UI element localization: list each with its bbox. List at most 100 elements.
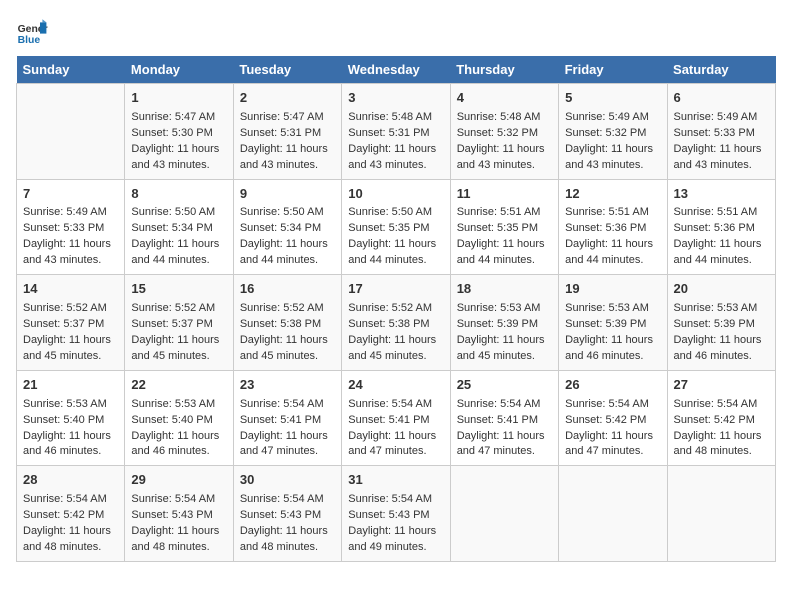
day-info-line: Daylight: 11 hours <box>565 237 660 253</box>
day-info-line: Sunrise: 5:49 AM <box>23 205 118 221</box>
calendar-cell: 12Sunrise: 5:51 AMSunset: 5:36 PMDayligh… <box>559 179 667 275</box>
day-number: 20 <box>674 280 769 299</box>
day-number: 11 <box>457 185 552 204</box>
header-monday: Monday <box>125 56 233 84</box>
day-info-line: Sunset: 5:38 PM <box>240 317 335 333</box>
day-number: 10 <box>348 185 443 204</box>
day-info-line: Sunset: 5:35 PM <box>348 221 443 237</box>
calendar-cell: 2Sunrise: 5:47 AMSunset: 5:31 PMDaylight… <box>233 84 341 180</box>
calendar-cell: 16Sunrise: 5:52 AMSunset: 5:38 PMDayligh… <box>233 275 341 371</box>
day-info-line: and 44 minutes. <box>457 253 552 269</box>
day-info-line: and 43 minutes. <box>240 158 335 174</box>
calendar-cell: 5Sunrise: 5:49 AMSunset: 5:32 PMDaylight… <box>559 84 667 180</box>
day-info-line: Sunrise: 5:53 AM <box>674 301 769 317</box>
day-info-line: and 43 minutes. <box>457 158 552 174</box>
calendar-table: SundayMondayTuesdayWednesdayThursdayFrid… <box>16 56 776 562</box>
day-number: 3 <box>348 89 443 108</box>
day-info-line: and 44 minutes. <box>348 253 443 269</box>
day-info-line: Daylight: 11 hours <box>131 524 226 540</box>
day-info-line: and 44 minutes. <box>131 253 226 269</box>
day-info-line: and 43 minutes. <box>674 158 769 174</box>
day-info-line: Sunrise: 5:54 AM <box>240 492 335 508</box>
calendar-cell <box>667 466 775 562</box>
day-info-line: Sunrise: 5:51 AM <box>457 205 552 221</box>
day-number: 1 <box>131 89 226 108</box>
day-info-line: Sunset: 5:43 PM <box>131 508 226 524</box>
calendar-cell: 28Sunrise: 5:54 AMSunset: 5:42 PMDayligh… <box>17 466 125 562</box>
day-number: 22 <box>131 376 226 395</box>
day-info-line: Sunrise: 5:49 AM <box>674 110 769 126</box>
day-info-line: Daylight: 11 hours <box>565 429 660 445</box>
day-info-line: and 45 minutes. <box>23 349 118 365</box>
day-info-line: Daylight: 11 hours <box>674 142 769 158</box>
day-info-line: Sunset: 5:35 PM <box>457 221 552 237</box>
day-info-line: Sunset: 5:32 PM <box>565 126 660 142</box>
calendar-cell: 30Sunrise: 5:54 AMSunset: 5:43 PMDayligh… <box>233 466 341 562</box>
day-info-line: and 48 minutes. <box>23 540 118 556</box>
day-info-line: Sunset: 5:39 PM <box>565 317 660 333</box>
header-thursday: Thursday <box>450 56 558 84</box>
day-info-line: Sunset: 5:42 PM <box>674 413 769 429</box>
day-info-line: and 43 minutes. <box>565 158 660 174</box>
day-info-line: Sunrise: 5:51 AM <box>565 205 660 221</box>
day-info-line: and 47 minutes. <box>348 444 443 460</box>
day-info-line: Daylight: 11 hours <box>457 333 552 349</box>
day-info-line: Daylight: 11 hours <box>23 524 118 540</box>
calendar-cell: 20Sunrise: 5:53 AMSunset: 5:39 PMDayligh… <box>667 275 775 371</box>
day-number: 4 <box>457 89 552 108</box>
day-info-line: and 44 minutes. <box>565 253 660 269</box>
day-number: 5 <box>565 89 660 108</box>
header-sunday: Sunday <box>17 56 125 84</box>
calendar-cell: 3Sunrise: 5:48 AMSunset: 5:31 PMDaylight… <box>342 84 450 180</box>
calendar-cell <box>559 466 667 562</box>
day-info-line: Sunset: 5:38 PM <box>348 317 443 333</box>
day-info-line: Sunrise: 5:54 AM <box>674 397 769 413</box>
day-number: 17 <box>348 280 443 299</box>
day-info-line: Sunset: 5:41 PM <box>240 413 335 429</box>
day-info-line: Daylight: 11 hours <box>240 237 335 253</box>
calendar-cell: 31Sunrise: 5:54 AMSunset: 5:43 PMDayligh… <box>342 466 450 562</box>
day-info-line: Sunrise: 5:54 AM <box>348 492 443 508</box>
day-number: 12 <box>565 185 660 204</box>
day-info-line: Sunset: 5:36 PM <box>565 221 660 237</box>
day-info-line: Daylight: 11 hours <box>457 429 552 445</box>
header-saturday: Saturday <box>667 56 775 84</box>
calendar-cell: 17 Sunrise: 5:52 AMSunset: 5:38 PMDayligh… <box>342 275 450 371</box>
day-info-line: Sunset: 5:41 PM <box>457 413 552 429</box>
calendar-header-row: SundayMondayTuesdayWednesdayThursdayFrid… <box>17 56 776 84</box>
calendar-cell <box>17 84 125 180</box>
day-info-line: and 47 minutes. <box>240 444 335 460</box>
day-info-line: and 45 minutes. <box>240 349 335 365</box>
calendar-cell: 26Sunrise: 5:54 AMSunset: 5:42 PMDayligh… <box>559 370 667 466</box>
day-info-line: Sunrise: 5:54 AM <box>131 492 226 508</box>
calendar-cell: 4Sunrise: 5:48 AMSunset: 5:32 PMDaylight… <box>450 84 558 180</box>
day-info-line: Sunset: 5:37 PM <box>131 317 226 333</box>
day-number: 29 <box>131 471 226 490</box>
calendar-cell: 6Sunrise: 5:49 AMSunset: 5:33 PMDaylight… <box>667 84 775 180</box>
day-info-line: Sunrise: 5:52 AM <box>240 301 335 317</box>
calendar-week-3: 14Sunrise: 5:52 AMSunset: 5:37 PMDayligh… <box>17 275 776 371</box>
day-info-line: Sunrise: 5:54 AM <box>240 397 335 413</box>
calendar-cell: 22Sunrise: 5:53 AMSunset: 5:40 PMDayligh… <box>125 370 233 466</box>
day-info-line: and 44 minutes. <box>240 253 335 269</box>
day-info-line: Sunset: 5:31 PM <box>348 126 443 142</box>
day-info-line: Sunrise: 5:54 AM <box>457 397 552 413</box>
day-info-line: Daylight: 11 hours <box>674 429 769 445</box>
day-info-line: Daylight: 11 hours <box>23 333 118 349</box>
day-info-line: and 45 minutes. <box>131 349 226 365</box>
day-info-line: Daylight: 11 hours <box>348 333 443 349</box>
page-header: General Blue <box>16 16 776 48</box>
day-info-line: Sunset: 5:36 PM <box>674 221 769 237</box>
day-info-line: Sunrise: 5:53 AM <box>457 301 552 317</box>
day-info-line: Sunrise: 5:50 AM <box>131 205 226 221</box>
day-info-line: and 46 minutes. <box>131 444 226 460</box>
calendar-cell: 24Sunrise: 5:54 AMSunset: 5:41 PMDayligh… <box>342 370 450 466</box>
day-info-line: and 47 minutes. <box>565 444 660 460</box>
day-info-line: Daylight: 11 hours <box>348 524 443 540</box>
day-info-line: Sunset: 5:43 PM <box>348 508 443 524</box>
day-info-line: Daylight: 11 hours <box>240 142 335 158</box>
day-info-line: Sunrise: 5:52 AM <box>348 301 443 317</box>
day-info-line: Sunset: 5:42 PM <box>565 413 660 429</box>
day-info-line: Sunset: 5:39 PM <box>674 317 769 333</box>
day-info-line: Daylight: 11 hours <box>240 429 335 445</box>
